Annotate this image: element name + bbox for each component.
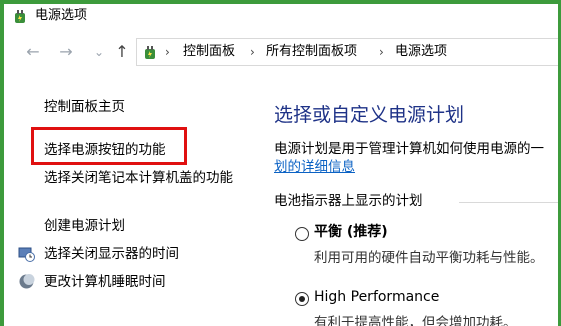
- plan-high-performance-description: 有利于提高性能，但会增加功耗。: [314, 315, 517, 326]
- sidebar-item-power-button[interactable]: 选择电源按钮的功能: [44, 141, 166, 159]
- breadcrumb-power-options[interactable]: 电源选项: [395, 44, 447, 60]
- title-bar: 电源选项: [4, 4, 558, 28]
- sidebar-item-sleep-time[interactable]: 更改计算机睡眠时间: [44, 273, 166, 291]
- sidebar: 控制面板主页 选择电源按钮的功能 选择关闭笔记本计算机盖的功能 创建电源计划 选…: [4, 72, 254, 326]
- breadcrumb-separator-icon: ›: [165, 45, 170, 59]
- display-clock-icon: [18, 247, 35, 262]
- forward-arrow-icon[interactable]: →: [57, 42, 75, 62]
- plan-balanced-name[interactable]: 平衡 (推荐): [314, 223, 388, 241]
- main-content: 选择或自定义电源计划 电源计划是用于管理计算机如何使用电源的一 划的详细信息 电…: [254, 72, 558, 326]
- plan-balanced-description: 利用可用的硬件自动平衡功耗与性能。: [314, 250, 544, 266]
- plan-high-performance-radio[interactable]: [295, 292, 309, 306]
- navigation-bar: ← → ⌄ ↑ › 控制面板 › 所有控制面板项 › 电源选项: [4, 32, 558, 72]
- sidebar-item-create-plan[interactable]: 创建电源计划: [44, 217, 125, 235]
- sidebar-item-display-off[interactable]: 选择关闭显示器的时间: [44, 245, 179, 263]
- page-title: 选择或自定义电源计划: [274, 104, 465, 126]
- sidebar-home-link[interactable]: 控制面板主页: [44, 98, 125, 116]
- breadcrumb-separator-icon: ›: [379, 45, 384, 59]
- sidebar-item-lid-close[interactable]: 选择关闭笔记本计算机盖的功能: [44, 169, 244, 187]
- power-options-icon: [15, 10, 25, 23]
- up-arrow-icon[interactable]: ↑: [113, 42, 131, 62]
- section-title: 电池指示器上显示的计划: [274, 193, 423, 209]
- back-arrow-icon[interactable]: ←: [24, 42, 42, 62]
- window: 电源选项 ← → ⌄ ↑ › 控制面板 › 所有控制面板项 › 电源选项 控制面…: [4, 4, 558, 326]
- breadcrumb-separator-icon: ›: [250, 45, 255, 59]
- address-bar[interactable]: › 控制面板 › 所有控制面板项 › 电源选项: [136, 38, 558, 66]
- plan-balanced-radio[interactable]: [295, 227, 309, 241]
- control-panel-icon: [145, 46, 155, 59]
- sleep-moon-icon: [19, 274, 35, 289]
- breadcrumb-control-panel[interactable]: 控制面板: [183, 44, 235, 60]
- window-title: 电源选项: [35, 8, 88, 23]
- plan-details-link[interactable]: 划的详细信息: [274, 158, 355, 176]
- plan-high-performance-name[interactable]: High Performance: [314, 288, 439, 306]
- breadcrumb-all-items[interactable]: 所有控制面板项: [266, 44, 357, 60]
- recent-locations-chevron-icon[interactable]: ⌄: [90, 42, 108, 62]
- description-text: 电源计划是用于管理计算机如何使用电源的一: [274, 141, 544, 157]
- section-divider: [459, 202, 558, 203]
